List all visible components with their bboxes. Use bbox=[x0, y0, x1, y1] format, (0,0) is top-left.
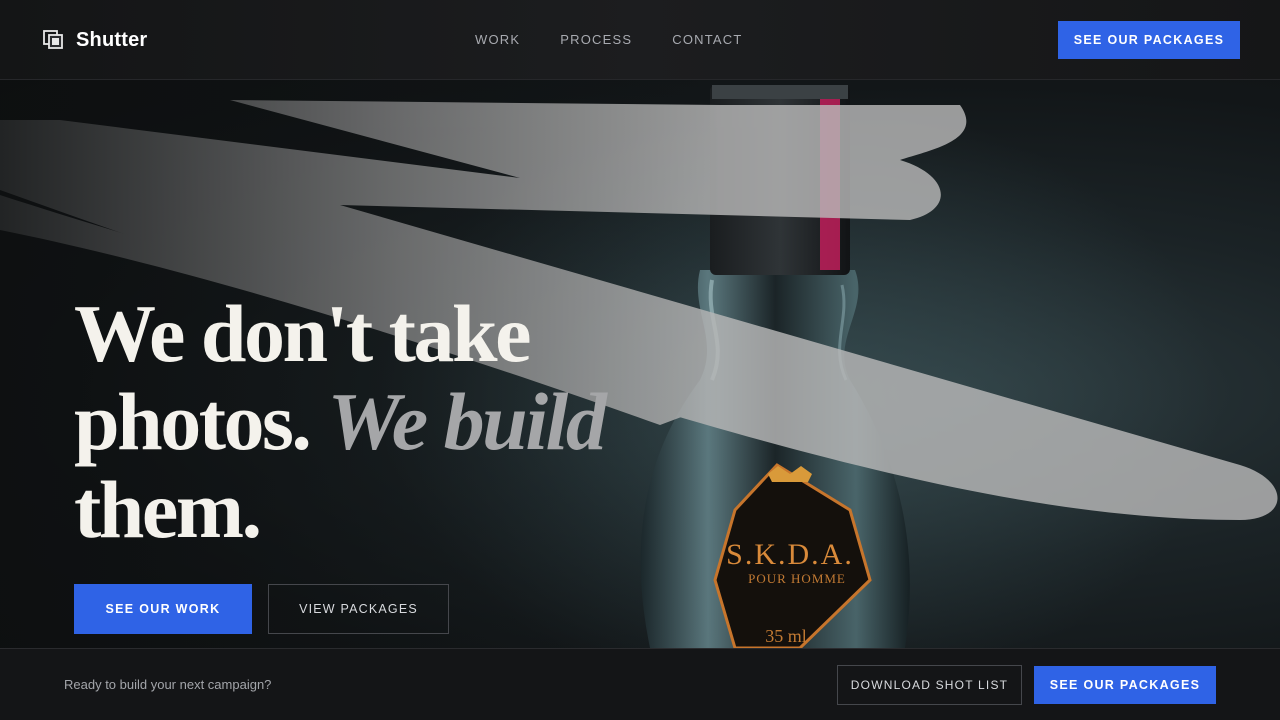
see-our-work-button[interactable]: SEE OUR WORK bbox=[74, 584, 252, 634]
header-see-packages-button[interactable]: SEE OUR PACKAGES bbox=[1058, 21, 1240, 59]
main-nav: WORK PROCESS CONTACT bbox=[475, 32, 743, 47]
brand-name: Shutter bbox=[76, 28, 148, 51]
brand[interactable]: Shutter bbox=[42, 28, 147, 52]
hero-title: We don't take photos. We build them. bbox=[74, 290, 714, 554]
nav-item-contact[interactable]: CONTACT bbox=[672, 32, 742, 47]
hero-title-line1: We don't take bbox=[74, 288, 531, 379]
view-packages-button[interactable]: VIEW PACKAGES bbox=[268, 584, 449, 634]
hero-actions: SEE OUR WORK VIEW PACKAGES bbox=[74, 584, 449, 634]
cta-bar: Ready to build your next campaign? DOWNL… bbox=[0, 648, 1280, 720]
stacked-frames-icon bbox=[43, 30, 63, 49]
hero-title-accent: We build bbox=[327, 376, 606, 467]
nav-item-work[interactable]: WORK bbox=[475, 32, 520, 47]
hero-title-line2: photos. bbox=[74, 376, 312, 467]
download-shot-list-button[interactable]: DOWNLOAD SHOT LIST bbox=[837, 665, 1022, 705]
site-header: Shutter WORK PROCESS CONTACT SEE OUR PAC… bbox=[0, 0, 1280, 80]
hero: S.K.D.A. POUR HOMME 35 ml We don't take … bbox=[0, 80, 1280, 648]
cta-bar-prompt: Ready to build your next campaign? bbox=[64, 677, 272, 692]
bottle-label-volume: 35 ml bbox=[765, 626, 807, 646]
bottle-label-brand: S.K.D.A. bbox=[726, 538, 854, 571]
hero-title-line3: them. bbox=[74, 464, 262, 555]
bottle-label-sub: POUR HOMME bbox=[748, 571, 846, 586]
footer-see-packages-button[interactable]: SEE OUR PACKAGES bbox=[1034, 666, 1216, 704]
nav-item-process[interactable]: PROCESS bbox=[560, 32, 632, 47]
